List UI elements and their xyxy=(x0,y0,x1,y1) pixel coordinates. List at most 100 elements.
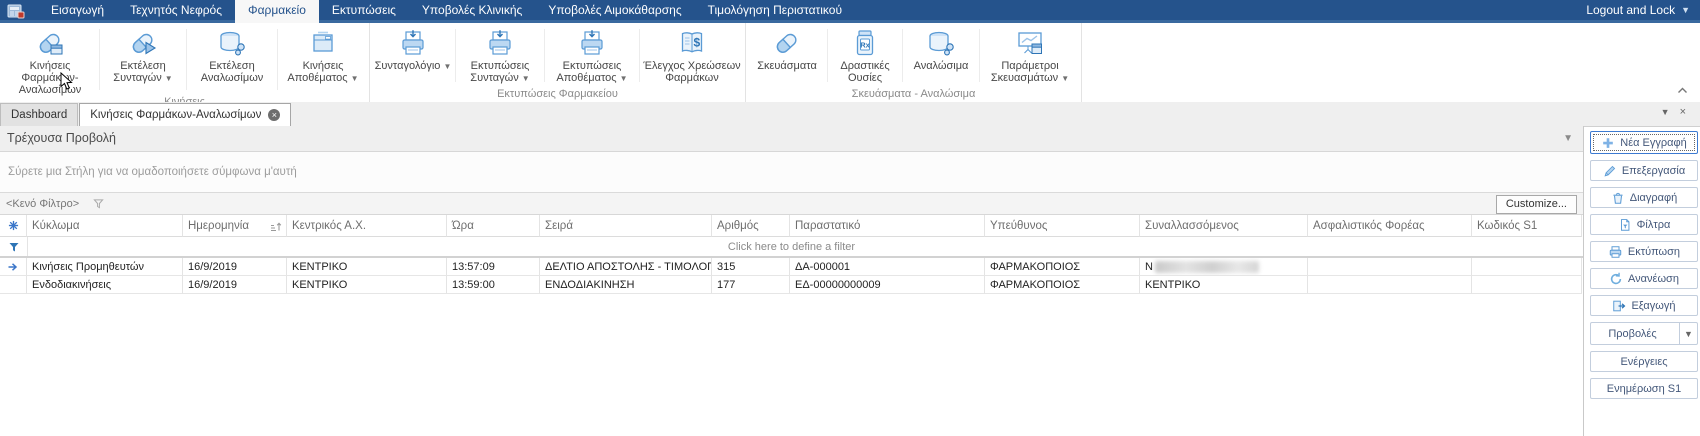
customize-button[interactable]: Customize... xyxy=(1496,195,1577,214)
document-tab-strip: Dashboard Κινήσεις Φαρμάκων-Αναλωσίμων ×… xyxy=(0,102,1700,127)
table-row[interactable]: Ενδοδιακινήσεις16/9/2019ΚΕΝΤΡΙΚΟ13:59:00… xyxy=(0,276,1583,294)
column-header[interactable]: Ασφαλιστικός Φορέας xyxy=(1308,215,1472,237)
column-header[interactable]: Υπεύθυνος xyxy=(985,215,1140,237)
define-filter-label[interactable]: Click here to define a filter xyxy=(0,237,1583,257)
ribbon-button[interactable]: Εκτέλεση Συνταγών ▼ xyxy=(101,23,185,96)
ribbon-group-1: Συνταγολόγιο ▼ Εκτυπώσεις Συνταγών ▼ Εκτ… xyxy=(370,23,746,102)
ribbon-separator xyxy=(186,29,187,90)
table-cell: 16/9/2019 xyxy=(183,276,287,294)
arrow-right-icon xyxy=(7,261,19,273)
ribbon-button[interactable]: Συνταγολόγιο ▼ xyxy=(372,23,454,88)
rx-jar-icon: Rx xyxy=(849,26,881,60)
ribbon-group-label: Εκτυπώσεις Φαρμακείου xyxy=(372,88,743,102)
table-cell: 177 xyxy=(712,276,790,294)
table-cell: ΚΕΝΤΡΙΚΟ xyxy=(1140,276,1308,294)
empty-filter-label[interactable]: <Κενό Φίλτρο> xyxy=(6,198,79,210)
ribbon-button[interactable]: Παράμετροι Σκευασμάτων ▼ xyxy=(981,23,1079,88)
pill-play-icon xyxy=(127,26,159,60)
ribbon-separator xyxy=(827,29,828,82)
menu-item-2[interactable]: Φαρμακείο xyxy=(235,0,319,23)
sidebar-button-8[interactable]: Ενέργειες xyxy=(1590,351,1698,372)
menu-item-3[interactable]: Εκτυπώσεις xyxy=(319,0,409,23)
ribbon-button[interactable]: Εκτυπώσεις Αποθέματος ▼ xyxy=(546,23,638,88)
column-header[interactable]: Ημερομηνία xyxy=(183,215,287,237)
grid-body: Κινήσεις Προμηθευτών16/9/2019ΚΕΝΤΡΙΚΟ13:… xyxy=(0,258,1583,294)
table-cell: ΔΑ-000001 xyxy=(790,258,985,276)
ribbon-button[interactable]: Εκτέλεση Αναλωσίμων xyxy=(188,23,276,96)
current-view-bar[interactable]: Τρέχουσα Προβολή ▼ xyxy=(0,126,1583,152)
book-dollar-icon: $ xyxy=(676,26,708,60)
document-tabs: Dashboard Κινήσεις Φαρμάκων-Αναλωσίμων × xyxy=(0,103,292,126)
column-header[interactable]: Αριθμός xyxy=(712,215,790,237)
sidebar-button-4[interactable]: Εκτύπωση xyxy=(1590,241,1698,262)
menu-item-4[interactable]: Υποβολές Κλινικής xyxy=(409,0,535,23)
ribbon-group-2: Σκευάσματα Rx Δραστικές Ουσίες Αναλώσιμα… xyxy=(746,23,1082,102)
row-selector[interactable] xyxy=(0,258,27,276)
document-tab-1[interactable]: Κινήσεις Φαρμάκων-Αναλωσίμων × xyxy=(79,103,291,126)
pencil-icon xyxy=(1603,164,1617,178)
define-filter-row[interactable]: Click here to define a filter xyxy=(0,237,1583,258)
row-selector[interactable] xyxy=(0,276,27,294)
menu-item-1[interactable]: Τεχνητός Νεφρός xyxy=(117,0,235,23)
ribbon-button[interactable]: Αναλώσιμα xyxy=(904,23,978,88)
sidebar-button-6[interactable]: Εξαγωγή xyxy=(1590,295,1698,316)
sidebar-button-5[interactable]: Ανανέωση xyxy=(1590,268,1698,289)
ribbon-group-label: Σκευάσματα - Αναλώσιμα xyxy=(748,88,1079,102)
sidebar-button-3[interactable]: Φίλτρα xyxy=(1590,214,1698,235)
sidebar-button-1[interactable]: Επεξεργασία xyxy=(1590,160,1698,181)
logout-button[interactable]: Logout and Lock ▼ xyxy=(1586,0,1690,20)
ribbon-button[interactable]: $ Έλεγχος Χρεώσεων Φαρμάκων xyxy=(641,23,743,88)
ribbon-button[interactable]: Κινήσεις Φαρμάκων-Αναλωσίμων xyxy=(2,23,98,96)
column-header[interactable]: Κύκλωμα xyxy=(27,215,183,237)
sidebar-button-2[interactable]: Διαγραφή xyxy=(1590,187,1698,208)
table-row[interactable]: Κινήσεις Προμηθευτών16/9/2019ΚΕΝΤΡΙΚΟ13:… xyxy=(0,258,1583,276)
column-header[interactable]: Κεντρικός Α.Χ. xyxy=(287,215,447,237)
collapse-ribbon-icon[interactable] xyxy=(1677,81,1688,99)
sidebar-button-0[interactable]: Νέα Εγγραφή xyxy=(1590,131,1698,154)
ribbon-button[interactable]: Rx Δραστικές Ουσίες xyxy=(829,23,901,88)
sidebar-button-9[interactable]: Ενημέρωση S1 xyxy=(1590,378,1698,399)
column-header[interactable]: Σειρά xyxy=(540,215,712,237)
ribbon-button[interactable]: Κινήσεις Αποθέματος ▼ xyxy=(279,23,367,96)
grid-selector-header[interactable] xyxy=(0,215,27,237)
ribbon-button[interactable]: Σκευάσματα xyxy=(748,23,826,88)
table-cell: 16/9/2019 xyxy=(183,258,287,276)
table-cell: ΦΑΡΜΑΚΟΠΟΙΟΣ xyxy=(985,258,1140,276)
chevron-down-icon: ▼ xyxy=(165,74,173,83)
action-sidebar: Νέα Εγγραφή Επεξεργασία Διαγραφή Φίλτρα … xyxy=(1590,126,1698,399)
chevron-down-icon: ▼ xyxy=(620,74,628,83)
column-header[interactable]: Κωδικός S1 xyxy=(1472,215,1582,237)
view-dropdown-icon[interactable]: ▼ xyxy=(1563,126,1573,151)
column-header[interactable]: Ώρα xyxy=(447,215,540,237)
asterisk-icon xyxy=(8,220,19,231)
filter-funnel-gray-icon[interactable] xyxy=(93,198,104,209)
column-header[interactable]: Παραστατικό xyxy=(790,215,985,237)
chevron-down-icon[interactable]: ▼ xyxy=(1679,323,1697,344)
menu-item-6[interactable]: Τιμολόγηση Περιστατικού xyxy=(695,0,855,23)
table-cell: 13:59:00 xyxy=(447,276,540,294)
column-header[interactable]: Συναλλασσόμενος xyxy=(1140,215,1308,237)
printer-icon xyxy=(397,26,429,60)
spool-icon xyxy=(216,26,248,60)
pill-icon xyxy=(771,26,803,60)
group-by-panel[interactable]: Σύρετε μια Στήλη για να ομαδοποιήσετε σύ… xyxy=(0,152,1583,193)
document-tab-0[interactable]: Dashboard xyxy=(0,103,78,126)
current-view-title: Τρέχουσα Προβολή xyxy=(7,131,116,145)
board-icon xyxy=(1014,26,1046,60)
plus-icon xyxy=(1601,136,1615,150)
tab-list-chevron-icon[interactable]: ▼ xyxy=(1661,107,1670,118)
tab-close-icon[interactable]: × xyxy=(268,109,280,121)
table-cell: ΚΕΝΤΡΙΚΟ xyxy=(287,258,447,276)
ribbon-separator xyxy=(277,29,278,90)
pill-window-icon xyxy=(34,26,66,60)
sidebar-button-7[interactable]: Προβολές ▼ xyxy=(1590,322,1698,345)
ribbon-button[interactable]: Εκτυπώσεις Συνταγών ▼ xyxy=(457,23,543,88)
filter-strip: <Κενό Φίλτρο> Customize... xyxy=(0,193,1583,215)
ribbon-group-0: Κινήσεις Φαρμάκων-Αναλωσίμων Εκτέλεση Συ… xyxy=(0,23,370,102)
ribbon-separator xyxy=(99,29,100,90)
menu-item-5[interactable]: Υποβολές Αιμοκάθαρσης xyxy=(535,0,694,23)
tab-strip-controls: ▼ × xyxy=(1661,107,1686,118)
menu-item-0[interactable]: Εισαγωγή xyxy=(38,0,117,23)
svg-text:$: $ xyxy=(693,36,700,50)
close-document-icon[interactable]: × xyxy=(1680,107,1686,118)
